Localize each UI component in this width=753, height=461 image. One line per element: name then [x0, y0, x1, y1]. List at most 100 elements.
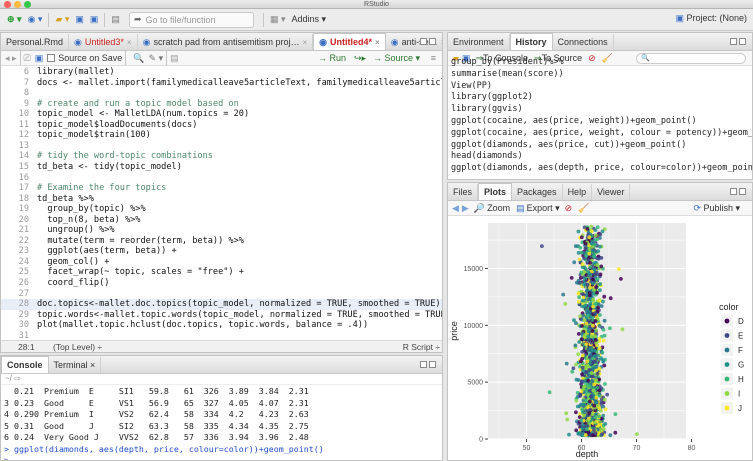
close-tab-icon[interactable]: ×	[441, 38, 442, 47]
close-tab-icon[interactable]: ×	[127, 38, 132, 47]
toolbar-separator	[125, 51, 127, 65]
tab-console[interactable]: Console	[1, 356, 49, 373]
history-window-controls[interactable]	[730, 37, 748, 46]
rerun-icon[interactable]: ↪▸	[354, 53, 366, 64]
legend-label: H	[738, 375, 744, 384]
run-button[interactable]: → Run	[318, 53, 346, 63]
tab-history[interactable]: History	[509, 33, 553, 50]
code-line: docs <- mallet.import(familymedicalleave…	[37, 77, 442, 88]
minimize-window-icon[interactable]	[14, 1, 21, 8]
save-all-icon[interactable]: ▣	[87, 11, 102, 29]
tab-help[interactable]: Help	[563, 184, 593, 200]
data-point	[581, 369, 585, 373]
data-point	[594, 378, 599, 382]
history-entry[interactable]: ggplot(cocaine, aes(price, weight, colou…	[451, 128, 752, 140]
data-point	[584, 321, 589, 326]
zoom-window-icon[interactable]	[24, 1, 31, 8]
code-area[interactable]: 6 library(mallet) 7 docs <- mallet.import(f…	[1, 66, 442, 342]
code-line: topic_model$loadDocuments(docs)	[37, 119, 198, 130]
data-point	[585, 359, 590, 364]
history-entry[interactable]: library(ggplot2)	[451, 92, 752, 104]
console-prompt[interactable]: >	[4, 455, 442, 460]
data-point	[602, 363, 607, 368]
data-point	[589, 229, 594, 233]
line-number: 23	[18, 246, 29, 257]
history-entry[interactable]: library(ggvis)	[451, 104, 752, 116]
save-file-icon[interactable]: ▣	[35, 53, 44, 64]
save-icon[interactable]: ▣	[72, 11, 87, 29]
history-entry[interactable]: ggplot(cocaine, aes(price, weight))+geom…	[451, 116, 752, 128]
close-tab-icon[interactable]: ×	[375, 38, 380, 47]
open-file-icon[interactable]: ▰ ▾	[52, 11, 72, 29]
plot-forward-icon[interactable]: ▶	[462, 203, 469, 214]
scope-menu[interactable]: (Top Level) ÷	[53, 341, 102, 352]
data-point	[588, 265, 593, 269]
plots-window-controls[interactable]	[730, 187, 748, 196]
print-icon[interactable]: ▤	[108, 11, 123, 29]
compile-report-icon[interactable]: ▤	[170, 53, 179, 64]
tab-environment[interactable]: Environment	[448, 34, 510, 50]
close-window-icon[interactable]	[4, 1, 11, 8]
data-point	[603, 382, 607, 386]
export-menu[interactable]: Export ▾	[527, 203, 560, 214]
data-point	[576, 352, 581, 357]
code-line: ggplot(aes(term, beta)) +	[37, 246, 177, 257]
find-icon[interactable]: 🔍	[133, 53, 144, 64]
tab-viewer[interactable]: Viewer	[592, 184, 631, 200]
tab-packages[interactable]: Packages	[512, 184, 563, 200]
grid-layout-icon[interactable]: ▦ ▾	[267, 11, 289, 29]
tab-connections[interactable]: Connections	[553, 34, 614, 50]
zoom-button[interactable]: Zoom	[487, 203, 510, 213]
source-on-save-checkbox[interactable]	[47, 54, 56, 62]
goto-file-input[interactable]: ➦ Go to file/function	[128, 11, 254, 28]
code-line: ungroup() %>%	[37, 225, 115, 236]
legend-title: color	[719, 302, 739, 312]
line-number: 10	[18, 109, 29, 120]
publish-menu[interactable]: ⟳ Publish ▾	[693, 203, 740, 214]
data-point	[598, 288, 602, 292]
wand-icon[interactable]: ✎ ▾	[149, 53, 164, 64]
data-point	[569, 276, 574, 280]
data-point	[580, 324, 584, 328]
source-button[interactable]: → Source ▾	[373, 53, 420, 64]
export-icon: ▤	[516, 202, 525, 213]
open-project-icon[interactable]: ◉ ▾	[25, 11, 46, 29]
data-point	[576, 229, 581, 234]
tab-terminal[interactable]: Terminal ×	[49, 357, 102, 373]
history-entry[interactable]: group_by(President)%>%	[451, 57, 752, 69]
history-entry[interactable]: View(PP)	[451, 81, 752, 93]
clear-plots-icon[interactable]: 🧹	[578, 203, 589, 214]
addins-menu[interactable]: Addins ▾	[288, 11, 329, 29]
remove-plot-icon[interactable]: ⊘	[565, 203, 573, 214]
history-entry[interactable]: ggplot(diamonds, aes(price, cut))+geom_p…	[451, 140, 752, 152]
data-point	[620, 327, 625, 332]
plot-back-icon[interactable]: ◀	[452, 203, 459, 214]
outline-icon[interactable]: ≡	[431, 53, 436, 63]
show-in-window-icon[interactable]: ⎚	[24, 53, 31, 64]
history-list[interactable]: group_by(President)%>% summarise(mean(sco…	[448, 57, 752, 175]
data-point	[580, 372, 584, 376]
zoom-icon: 🔎	[473, 202, 486, 213]
data-point	[585, 227, 590, 231]
back-arrow-icon[interactable]: ◂ ▸	[5, 53, 17, 64]
project-menu[interactable]: ▣ Project: (None)	[675, 13, 747, 24]
console-window-controls[interactable]	[420, 360, 438, 369]
editor-window-controls[interactable]	[420, 37, 438, 46]
data-point	[619, 277, 623, 281]
console-output[interactable]: 0.21 Premium E SI1 59.8 61 326 3.89 3.84…	[1, 386, 442, 460]
tab-plots[interactable]: Plots	[478, 183, 513, 200]
tab-files[interactable]: Files	[448, 184, 479, 200]
new-file-icon[interactable]: ⊕ ▾	[4, 11, 25, 29]
editor-tab[interactable]: ◉ Untitled4* ×	[313, 33, 386, 50]
console-output-line: 4 0.290 Premium I VS2 62.4 58 334 4.2 4.…	[4, 409, 309, 419]
editor-tab[interactable]: ◉ scratch pad from antisemitism proj… ×	[138, 34, 314, 50]
history-entry[interactable]: summarise(mean(score))	[451, 69, 752, 81]
close-tab-icon[interactable]: ×	[303, 38, 308, 47]
data-point	[591, 323, 595, 328]
editor-tab[interactable]: ◉ Untitled3* ×	[69, 34, 138, 50]
file-type-menu[interactable]: R Script ÷	[403, 341, 440, 352]
history-entry[interactable]: head(diamonds)	[451, 151, 752, 163]
data-point	[600, 229, 605, 234]
editor-tab[interactable]: Personal.Rmd	[1, 34, 70, 50]
history-entry[interactable]: ggplot(diamonds, aes(depth, price, colou…	[451, 163, 752, 175]
